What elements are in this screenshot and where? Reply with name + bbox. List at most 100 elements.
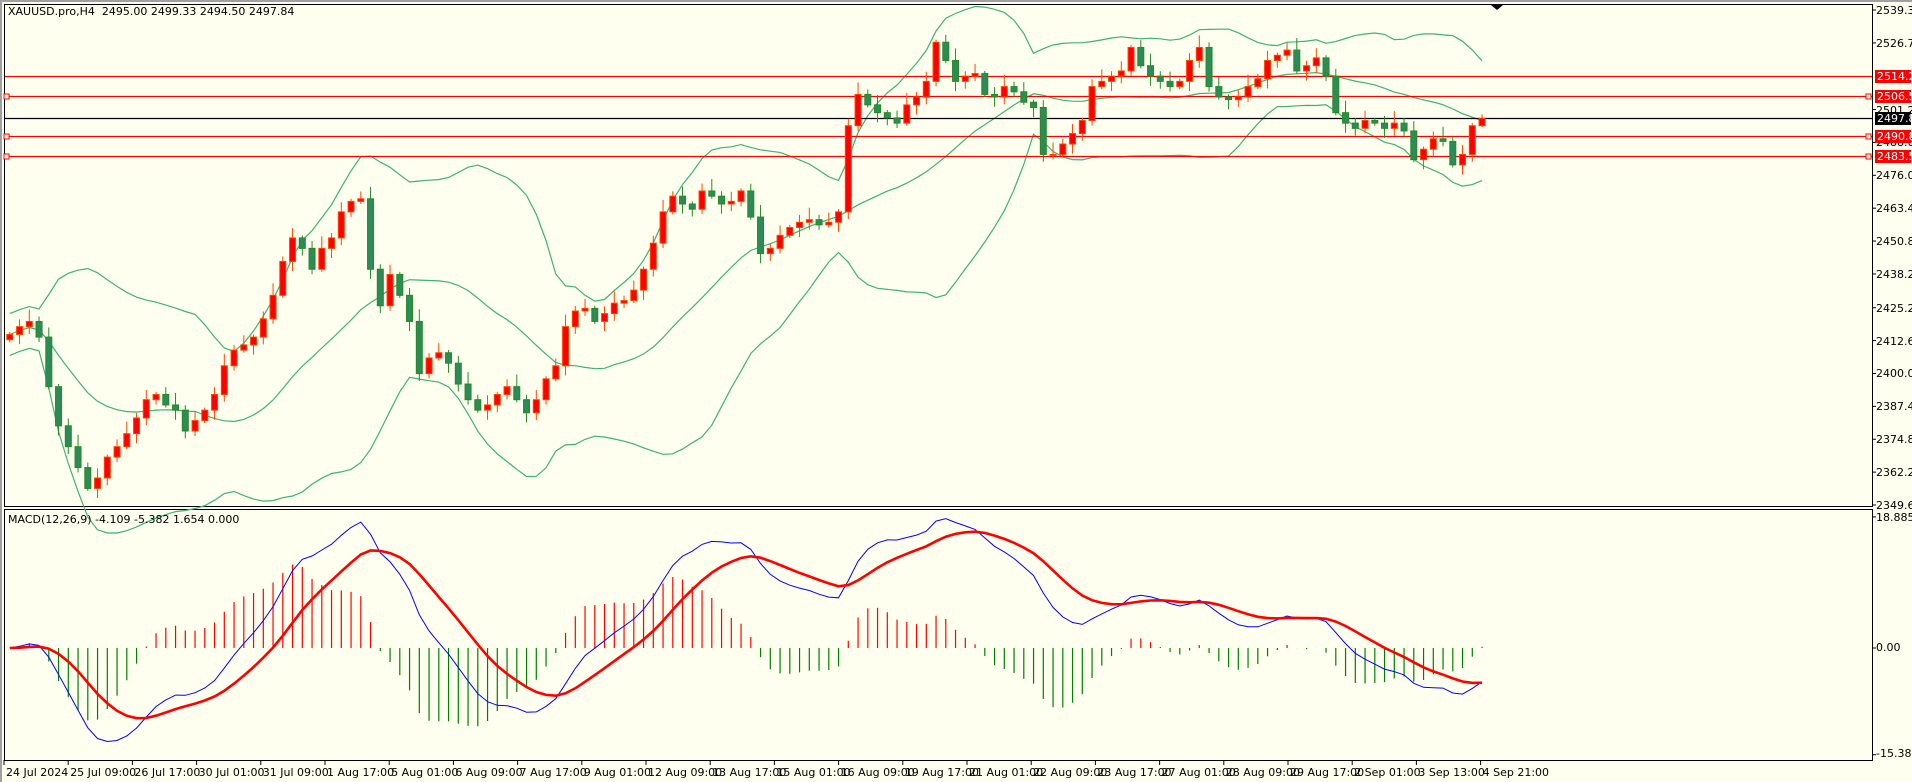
bull-candle xyxy=(152,393,160,401)
price-tick-label: 2526.75 xyxy=(1876,36,1912,50)
bull-candle xyxy=(601,313,609,322)
bull-candle xyxy=(269,294,277,320)
line-anchor-icon xyxy=(1865,93,1872,100)
bear-candle xyxy=(1166,80,1174,88)
bull-candle xyxy=(347,200,355,213)
bear-candle xyxy=(1039,106,1047,155)
bear-candle xyxy=(1381,122,1389,129)
bull-candle xyxy=(1459,153,1467,166)
price-tag: 2506.53 xyxy=(1875,89,1912,103)
price-tick-label: 2463.40 xyxy=(1876,202,1912,216)
bear-candle xyxy=(1156,75,1164,82)
bull-candle xyxy=(1468,125,1476,155)
bull-candle xyxy=(1361,120,1369,129)
bull-candle xyxy=(259,318,267,338)
price-tick-label: 2374.85 xyxy=(1876,433,1912,447)
bear-candle xyxy=(454,362,462,385)
bear-candle xyxy=(1400,122,1408,132)
bull-candle xyxy=(932,41,940,82)
time-label: 12 Aug 09:00 xyxy=(648,766,723,779)
bull-candle xyxy=(1078,120,1086,135)
bull-candle xyxy=(776,234,784,249)
bull-candle xyxy=(1059,143,1067,155)
time-label: 27 Aug 01:00 xyxy=(1161,766,1236,779)
bull-candle xyxy=(854,93,862,127)
bear-candle xyxy=(1205,46,1213,88)
bear-candle xyxy=(815,219,823,226)
bull-candle xyxy=(532,399,540,414)
time-label: 19 Aug 17:00 xyxy=(904,766,979,779)
bull-candle xyxy=(16,326,24,335)
bear-candle xyxy=(308,247,316,270)
bull-candle xyxy=(1098,80,1106,88)
chart-title: XAUUSD.pro,H4 2495.00 2499.33 2494.50 24… xyxy=(8,5,294,18)
bull-candle xyxy=(113,446,121,458)
bear-candle xyxy=(445,352,453,364)
bear-candle xyxy=(688,203,696,210)
bull-candle xyxy=(133,417,141,435)
time-label: 6 Aug 09:00 xyxy=(455,766,523,779)
bear-candle xyxy=(747,190,755,218)
line-anchor-icon xyxy=(1865,153,1872,160)
bear-candle xyxy=(952,59,960,82)
bear-candle xyxy=(464,383,472,401)
bull-candle xyxy=(903,104,911,124)
bull-candle xyxy=(142,399,150,419)
bear-candle xyxy=(523,399,531,414)
bull-candle xyxy=(503,386,511,395)
line-anchor-icon xyxy=(3,93,10,100)
bear-candle xyxy=(376,268,384,307)
bull-candle xyxy=(1312,57,1320,67)
macd-scale-max: 18.885 xyxy=(1876,511,1912,524)
bull-candle xyxy=(844,125,852,213)
bull-candle xyxy=(484,404,492,411)
time-label: 9 Aug 01:00 xyxy=(583,766,651,779)
bear-candle xyxy=(679,195,687,205)
bear-candle xyxy=(415,320,423,375)
bull-candle xyxy=(1273,54,1281,61)
bull-candle xyxy=(552,365,560,380)
bull-candle xyxy=(1234,96,1242,101)
bear-candle xyxy=(298,237,306,249)
bear-candle xyxy=(1439,138,1447,142)
bear-candle xyxy=(874,104,882,114)
bull-candle xyxy=(1186,59,1194,82)
line-anchor-icon xyxy=(1865,133,1872,140)
bull-candle xyxy=(562,326,570,367)
line-anchor-icon xyxy=(3,153,10,160)
bull-candle xyxy=(737,190,745,202)
bear-candle xyxy=(1215,86,1223,98)
bull-candle xyxy=(825,221,833,226)
time-label: 22 Aug 09:00 xyxy=(1033,766,1108,779)
time-label: 3 Sep 13:00 xyxy=(1418,766,1485,779)
bull-candle xyxy=(386,273,394,307)
bear-candle xyxy=(367,198,375,270)
price-tag: 2497.84 xyxy=(1875,111,1912,125)
bull-candle xyxy=(357,198,365,202)
bear-candle xyxy=(1371,120,1379,124)
bear-candle xyxy=(1020,91,1028,103)
bull-candle xyxy=(289,237,297,262)
bear-candle xyxy=(1225,96,1233,101)
bear-candle xyxy=(172,404,180,411)
window-top-border xyxy=(0,0,1912,2)
bull-candle xyxy=(971,73,979,77)
bull-candle xyxy=(1069,133,1077,145)
ohlc-readout: 2495.00 2499.33 2494.50 2497.84 xyxy=(101,5,295,18)
bull-candle xyxy=(94,477,102,489)
bear-candle xyxy=(991,93,999,98)
time-label: 2 Sep 01:00 xyxy=(1354,766,1421,779)
bear-candle xyxy=(864,93,872,106)
bull-candle xyxy=(1478,117,1486,127)
time-label: 23 Aug 17:00 xyxy=(1097,766,1172,779)
bull-candle xyxy=(640,268,648,291)
time-label: 25 Jul 09:00 xyxy=(70,766,137,779)
chart-canvas[interactable] xyxy=(0,0,1912,782)
bull-candle xyxy=(630,289,638,302)
bull-candle xyxy=(318,247,326,270)
macd-scale-zero: 0.00 xyxy=(1876,641,1901,654)
bull-candle xyxy=(6,333,14,341)
bear-candle xyxy=(1293,49,1301,72)
price-tick-label: 2400.05 xyxy=(1876,367,1912,381)
bear-candle xyxy=(1030,101,1038,108)
